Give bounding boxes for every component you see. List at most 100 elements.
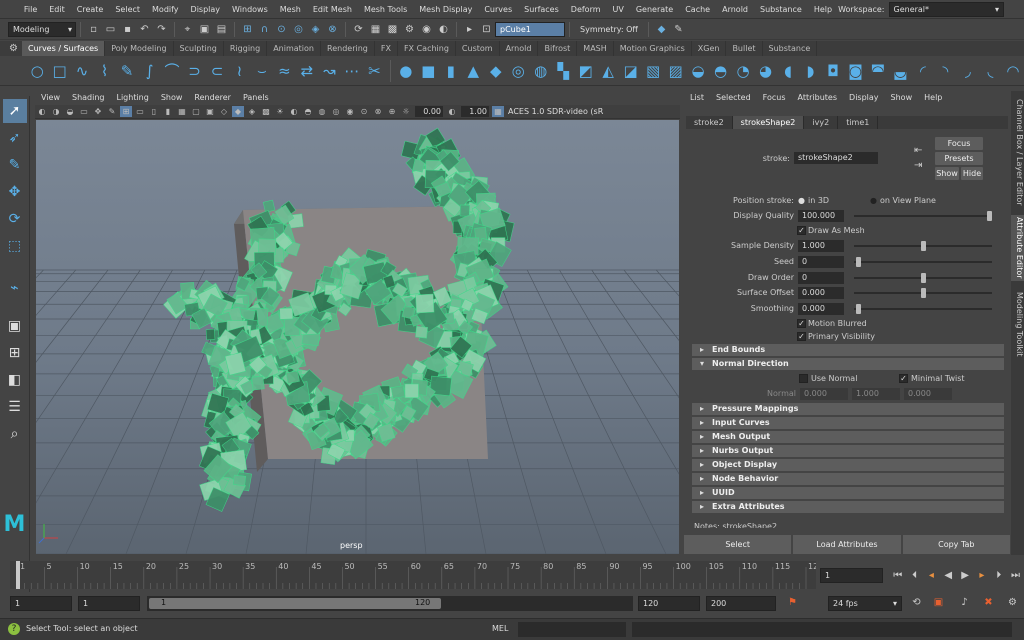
cv-curve-icon[interactable]: ∿ [73,61,91,81]
select-tool-icon[interactable]: ➚ [2,99,27,123]
surface-offset-knob[interactable] [921,288,926,298]
hide-button[interactable]: Hide [961,167,983,180]
field-chart-icon[interactable]: ▦ [176,106,188,117]
cache-icon[interactable]: ▣ [931,595,946,610]
motion-blurred-checkbox[interactable]: ✓ [797,319,806,328]
ae-tab-ivy2[interactable]: ivy2 [804,116,839,129]
output-connection-icon[interactable]: ⇥ [914,160,922,171]
section-object-display[interactable]: ▸ Object Display [692,459,1004,471]
loft-icon[interactable]: ▚ [554,61,572,81]
last-tool-icon[interactable]: ⌁ [3,276,27,300]
seed-knob[interactable] [856,257,861,267]
loop-icon[interactable]: ⟲ [909,595,924,610]
mel-label[interactable]: MEL [492,624,508,633]
mode-dropdown[interactable]: Modeling ▾ [8,21,76,37]
play-backward-icon[interactable]: ◀ [941,568,956,583]
select-object-icon[interactable]: ▣ [197,22,212,37]
shelf-tab-substance[interactable]: Substance [763,41,818,56]
snap-live-icon[interactable]: ⊗ [325,22,340,37]
input-mode-icon[interactable]: ▸ [462,22,477,37]
untrim-icon[interactable]: ◖ [779,61,797,81]
section-mesh-output[interactable]: ▸ Mesh Output [692,431,1004,443]
smoothing-knob[interactable] [856,304,861,314]
display-quality-slider[interactable] [854,215,992,217]
sculpt-surface-icon[interactable]: ◟ [981,61,999,81]
menu-generate[interactable]: Generate [630,0,679,19]
nurbs-plane-icon[interactable]: ◆ [486,61,504,81]
ae-menu-help[interactable]: Help [918,91,948,105]
animation-end-field[interactable]: 200 [706,596,776,611]
ae-tab-stroke2[interactable]: stroke2 [686,116,733,129]
shelf-tab-fx-caching[interactable]: FX Caching [398,41,456,56]
xray-icon[interactable]: ⊗ [372,106,384,117]
go-to-end-icon[interactable]: ⏭ [1008,568,1023,583]
snap-curve-icon[interactable]: ∩ [257,22,272,37]
four-view-layout-icon[interactable]: ⊞ [3,341,27,365]
show-button[interactable]: Show [935,167,959,180]
shelf-tab-rigging[interactable]: Rigging [224,41,268,56]
menu-curves[interactable]: Curves [478,0,518,19]
shelf-tab-motion-graphics[interactable]: Motion Graphics [614,41,692,56]
single-perspective-layout-icon[interactable]: ▣ [3,314,27,338]
draw-as-mesh-checkbox[interactable]: ✓ [797,226,806,235]
ae-menu-attributes[interactable]: Attributes [792,91,844,105]
resolution-gate-icon[interactable]: ▯ [148,106,160,117]
fps-dropdown[interactable]: 24 fps ▾ [828,596,902,611]
snap-point-icon[interactable]: ⊙ [274,22,289,37]
radio-on-view-plane[interactable]: ● [870,196,877,205]
depth-of-field-icon[interactable]: ◉ [344,106,356,117]
symmetry-label[interactable]: Symmetry: Off [580,25,638,34]
nurbs-sphere-icon[interactable]: ● [397,61,415,81]
viewport-menu-show[interactable]: Show [155,91,189,105]
section-normal-direction[interactable]: ▾ Normal Direction [692,358,1004,370]
go-to-start-icon[interactable]: ⏮ [890,568,905,583]
curve-rebuild-icon[interactable]: ≀ [230,61,248,81]
extrude-icon[interactable]: ◭ [599,61,617,81]
copy-tab-button[interactable]: Copy Tab [902,535,1010,554]
ae-menu-display[interactable]: Display [843,91,885,105]
nurbs-square-icon[interactable]: □ [50,61,68,81]
bevel-icon[interactable]: ◒ [689,61,707,81]
viewport-menu-shading[interactable]: Shading [66,91,111,105]
two-view-layout-icon[interactable]: ◧ [3,368,27,392]
arnold-icon[interactable]: ◐ [436,22,451,37]
section-pressure-mappings[interactable]: ▸ Pressure Mappings [692,403,1004,415]
animation-start-field[interactable]: 1 [10,596,72,611]
surface-offset-field[interactable]: 0.000 [798,287,844,299]
viewport-menu-lighting[interactable]: Lighting [110,91,154,105]
shelf-tab-arnold[interactable]: Arnold [500,41,539,56]
hypershade-icon[interactable]: ◉ [419,22,434,37]
offset-surface-icon[interactable]: ◝ [936,61,954,81]
shelf-menu-icon[interactable]: ⚙ [6,41,21,56]
section-uuid[interactable]: ▸ UUID [692,487,1004,499]
paint-select-icon[interactable]: ✎ [3,153,27,177]
smooth-shade-icon[interactable]: ◆ [232,106,244,117]
safe-action-icon[interactable]: ▢ [190,106,202,117]
project-curve-icon[interactable]: ◓ [711,61,729,81]
redo-icon[interactable]: ↷ [154,22,169,37]
shelf-tab-poly-modeling[interactable]: Poly Modeling [105,41,174,56]
shelf-tab-mash[interactable]: MASH [577,41,614,56]
lights-icon[interactable]: ☀ [274,106,286,117]
camera-attributes-icon[interactable]: ◑ [50,106,62,117]
curve-detach-icon[interactable]: ⊂ [208,61,226,81]
character-set-icon[interactable]: ✖ [981,595,996,610]
pencil-curve-icon[interactable]: ✎ [118,61,136,81]
step-back-frame-icon[interactable]: ◂ [924,568,939,583]
sample-density-field[interactable]: 1.000 [798,240,844,252]
isolate-select-icon[interactable]: ⊙ [358,106,370,117]
insert-isoparm-icon[interactable]: ◛ [891,61,909,81]
viewport-menu-view[interactable]: View [35,91,66,105]
ae-tab-time1[interactable]: time1 [838,116,879,129]
planar-icon[interactable]: ◩ [576,61,594,81]
birail-icon[interactable]: ◪ [621,61,639,81]
load-attributes-button[interactable]: Load Attributes [793,535,901,554]
curve-cut-icon[interactable]: ✂ [365,61,383,81]
menu-help[interactable]: Help [808,0,838,19]
step-back-key-icon[interactable]: ⏴ [907,568,922,583]
minimal-twist-checkbox[interactable]: ✓ [899,374,908,383]
ae-menu-show[interactable]: Show [885,91,919,105]
motion-blur-icon[interactable]: ◍ [316,106,328,117]
sculpt-icon[interactable]: ✎ [671,22,686,37]
textured-icon[interactable]: ▩ [260,106,272,117]
